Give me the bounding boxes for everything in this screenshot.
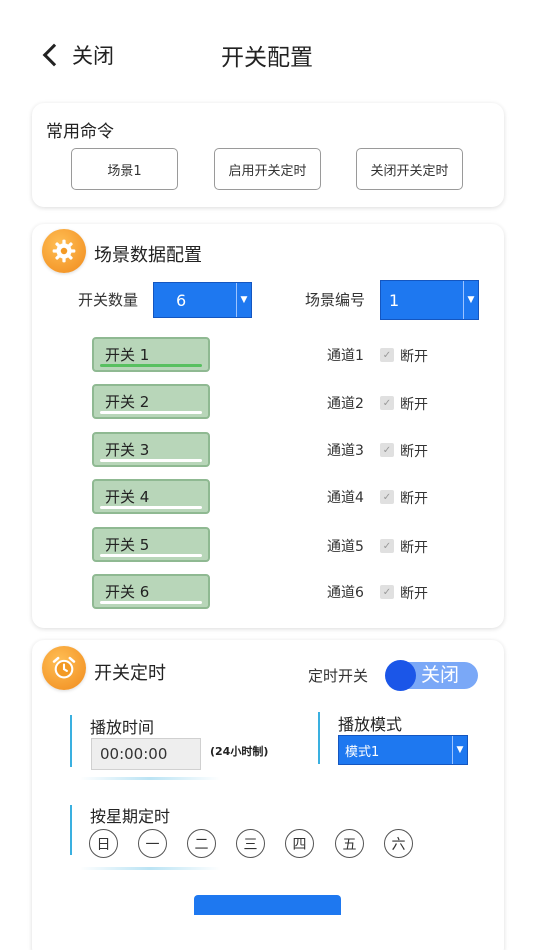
toggle-knob: [385, 660, 416, 691]
channel-6-state: 断开: [400, 586, 428, 602]
timer-toggle[interactable]: 关闭: [385, 660, 478, 691]
save-button[interactable]: [194, 895, 341, 915]
switch-count-label: 开关数量: [78, 291, 139, 309]
day-mon-button[interactable]: 一: [138, 829, 167, 858]
channel-5-label: 通道5: [327, 539, 364, 555]
channel-3-state: 断开: [400, 444, 428, 460]
dropdown-arrow-icon: ▼: [463, 281, 478, 319]
scene-config-title: 场景数据配置: [94, 245, 202, 266]
channel-3-checkbox[interactable]: ✓: [380, 443, 394, 457]
play-time-hint: (24小时制): [210, 745, 269, 758]
common-commands-card: 常用命令 场景1 启用开关定时 关闭开关定时: [32, 103, 504, 207]
channel-2-label: 通道2: [327, 396, 364, 412]
switch-count-value: 6: [176, 290, 187, 310]
switch-2-button[interactable]: 开关 2: [92, 384, 210, 419]
channel-1-label: 通道1: [327, 348, 364, 364]
header: 关闭 开关配置: [0, 0, 534, 100]
channel-6-checkbox[interactable]: ✓: [380, 585, 394, 599]
timer-toggle-state: 关闭: [421, 664, 460, 686]
dropdown-arrow-icon: ▼: [236, 283, 251, 317]
switch-label: 开关 3: [105, 441, 150, 459]
scene-id-select[interactable]: 1 ▼: [380, 280, 479, 320]
switch-underline: [100, 554, 202, 557]
section-divider: [70, 805, 72, 855]
enable-timer-button[interactable]: 启用开关定时: [214, 148, 321, 190]
switch-timer-title: 开关定时: [94, 663, 166, 684]
common-commands-title: 常用命令: [46, 122, 114, 142]
scene1-button[interactable]: 场景1: [71, 148, 178, 190]
underline-glow: [80, 777, 220, 780]
play-time-label: 播放时间: [90, 718, 155, 737]
scene-config-card: 场景数据配置 开关数量 6 ▼ 场景编号 1 ▼ 开关 1 通道1 ✓ 断开 开…: [32, 224, 504, 628]
day-thu-button[interactable]: 四: [285, 829, 314, 858]
section-divider: [318, 712, 320, 764]
switch-1-button[interactable]: 开关 1: [92, 337, 210, 372]
switch-6-button[interactable]: 开关 6: [92, 574, 210, 609]
gear-icon: [42, 229, 86, 273]
switch-underline: [100, 459, 202, 462]
section-divider: [70, 715, 72, 767]
page-title: 开关配置: [221, 45, 313, 71]
play-mode-select[interactable]: 模式1 ▼: [338, 735, 468, 765]
weekday-timer-label: 按星期定时: [90, 807, 171, 826]
switch-label: 开关 5: [105, 536, 150, 554]
day-sat-button[interactable]: 六: [384, 829, 413, 858]
switch-underline: [100, 411, 202, 414]
switch-timer-card: 开关定时 定时开关 关闭 播放时间 (24小时制) 播放模式 模式1 ▼ 按星期…: [32, 640, 504, 950]
channel-4-state: 断开: [400, 491, 428, 507]
channel-5-checkbox[interactable]: ✓: [380, 539, 394, 553]
switch-label: 开关 4: [105, 488, 150, 506]
channel-6-label: 通道6: [327, 585, 364, 601]
switch-label: 开关 6: [105, 583, 150, 601]
day-wed-button[interactable]: 三: [236, 829, 265, 858]
switch-label: 开关 2: [105, 393, 150, 411]
play-mode-label: 播放模式: [338, 715, 403, 734]
switch-underline: [100, 601, 202, 604]
day-tue-button[interactable]: 二: [187, 829, 216, 858]
play-time-input[interactable]: [91, 738, 201, 770]
switch-4-button[interactable]: 开关 4: [92, 479, 210, 514]
channel-1-checkbox[interactable]: ✓: [380, 348, 394, 362]
switch-underline: [100, 506, 202, 509]
play-mode-value: 模式1: [345, 744, 380, 760]
channel-5-state: 断开: [400, 540, 428, 556]
channel-2-state: 断开: [400, 397, 428, 413]
day-sun-button[interactable]: 日: [89, 829, 118, 858]
switch-underline: [100, 364, 202, 367]
underline-glow: [80, 867, 220, 870]
channel-1-state: 断开: [400, 349, 428, 365]
channel-4-checkbox[interactable]: ✓: [380, 490, 394, 504]
dropdown-arrow-icon: ▼: [452, 736, 467, 764]
alarm-clock-icon: [42, 646, 86, 690]
timer-toggle-label: 定时开关: [308, 667, 369, 685]
switch-count-select[interactable]: 6 ▼: [153, 282, 252, 318]
switch-5-button[interactable]: 开关 5: [92, 527, 210, 562]
disable-timer-button[interactable]: 关闭开关定时: [356, 148, 463, 190]
channel-3-label: 通道3: [327, 443, 364, 459]
scene-id-value: 1: [389, 290, 400, 310]
channel-4-label: 通道4: [327, 490, 364, 506]
switch-3-button[interactable]: 开关 3: [92, 432, 210, 467]
channel-2-checkbox[interactable]: ✓: [380, 396, 394, 410]
scene-id-label: 场景编号: [305, 291, 366, 309]
day-fri-button[interactable]: 五: [335, 829, 364, 858]
switch-label: 开关 1: [105, 346, 150, 364]
